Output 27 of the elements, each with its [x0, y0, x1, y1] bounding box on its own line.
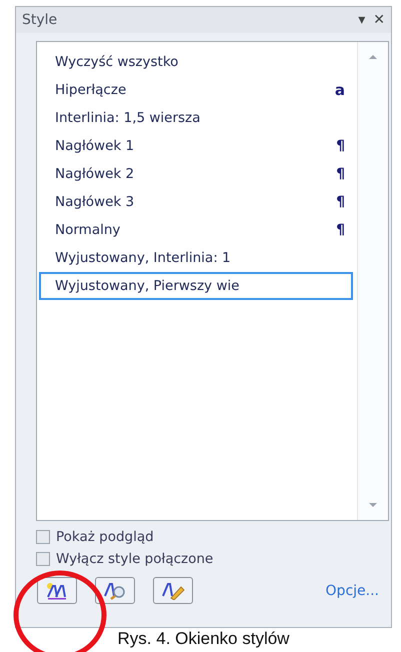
- style-item[interactable]: Nagłówek 2 ¶: [39, 160, 353, 188]
- scroll-up-icon[interactable]: [368, 54, 378, 60]
- close-button[interactable]: ✕: [373, 12, 385, 28]
- style-item[interactable]: Wyczyść wszystko: [39, 48, 353, 76]
- style-magnifier-icon: [103, 582, 127, 600]
- pane-title: Style: [22, 12, 58, 28]
- style-pencil-icon: [161, 582, 185, 600]
- scrollbar[interactable]: [357, 42, 388, 520]
- options-link[interactable]: Opcje...: [326, 582, 379, 598]
- style-item[interactable]: Normalny ¶: [39, 216, 353, 244]
- scroll-down-icon[interactable]: [368, 502, 378, 508]
- figure-caption: Rys. 4. Okienko stylów: [116, 629, 290, 649]
- new-style-icon: [45, 582, 69, 600]
- style-item[interactable]: Interlinia: 1,5 wiersza: [39, 104, 353, 132]
- manage-styles-button[interactable]: [153, 577, 193, 604]
- style-item[interactable]: Hiperłącze a: [39, 76, 353, 104]
- style-item[interactable]: Wyjustowany, Interlinia: 1: [39, 244, 353, 272]
- checkbox-label: Pokaż podgląd: [56, 529, 154, 545]
- checkbox-label: Wyłącz style połączone: [56, 551, 214, 567]
- checkbox[interactable]: [36, 552, 50, 566]
- checkbox[interactable]: [36, 530, 50, 544]
- style-item[interactable]: Wyjustowany, Pierwszy wie: [39, 272, 353, 300]
- style-item[interactable]: Nagłówek 3 ¶: [39, 188, 353, 216]
- style-inspector-button[interactable]: [95, 577, 135, 604]
- menu-button[interactable]: ▾: [358, 12, 366, 28]
- new-style-button[interactable]: [37, 577, 77, 604]
- style-item[interactable]: Nagłówek 1 ¶: [39, 132, 353, 160]
